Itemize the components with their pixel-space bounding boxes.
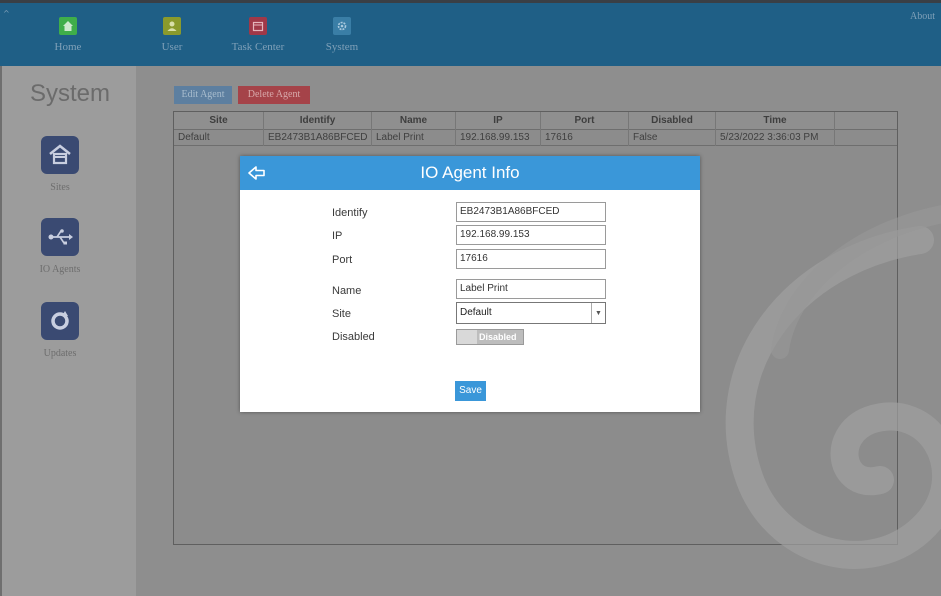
column-header-name[interactable]: Name bbox=[372, 112, 456, 130]
sidebar-item-io-agents[interactable]: IO Agents bbox=[22, 218, 98, 275]
table-header: Site Identify Name IP Port Disabled Time bbox=[174, 112, 897, 130]
background-watermark-icon bbox=[725, 205, 941, 569]
usb-icon bbox=[41, 218, 79, 256]
sidebar-item-label: IO Agents bbox=[39, 264, 81, 275]
dialog-header: IO Agent Info bbox=[240, 156, 700, 190]
cell-identify: EB2473B1A86BFCED bbox=[264, 130, 372, 146]
site-select-value: Default bbox=[460, 307, 492, 318]
column-header-disabled[interactable]: Disabled bbox=[629, 112, 716, 130]
sidebar: System Sites IO Agents Updates bbox=[0, 66, 136, 596]
name-field[interactable]: Label Print bbox=[456, 279, 606, 299]
io-agent-info-dialog: IO Agent Info Identify EB2473B1A86BFCED … bbox=[240, 156, 700, 412]
column-header-port[interactable]: Port bbox=[541, 112, 629, 130]
sidebar-item-label: Updates bbox=[43, 348, 77, 359]
gear-icon bbox=[333, 17, 351, 35]
toggle-knob bbox=[457, 330, 477, 344]
column-header-time[interactable]: Time bbox=[716, 112, 835, 130]
home-icon bbox=[59, 17, 77, 35]
column-header-ip[interactable]: IP bbox=[456, 112, 541, 130]
chevron-down-icon[interactable]: ▼ bbox=[591, 303, 605, 323]
sidebar-item-updates[interactable]: Updates bbox=[22, 302, 98, 359]
site-select[interactable]: Default ▼ bbox=[456, 302, 606, 324]
cell-site: Default bbox=[174, 130, 264, 146]
dialog-title: IO Agent Info bbox=[420, 163, 520, 182]
site-label: Site bbox=[332, 308, 351, 320]
calendar-icon bbox=[249, 17, 267, 35]
cell-disabled: False bbox=[629, 130, 716, 146]
save-button[interactable]: Save bbox=[455, 381, 486, 401]
name-label: Name bbox=[332, 285, 362, 297]
column-header-identify[interactable]: Identify bbox=[264, 112, 372, 130]
ip-label: IP bbox=[332, 230, 343, 242]
cell-time: 5/23/2022 3:36:03 PM bbox=[716, 130, 835, 146]
port-label: Port bbox=[332, 254, 353, 266]
column-header-empty bbox=[835, 112, 897, 130]
sidebar-title: System bbox=[30, 80, 111, 107]
port-field[interactable]: 17616 bbox=[456, 249, 606, 269]
toggle-text: Disabled bbox=[479, 332, 517, 342]
top-app-task-center[interactable]: Task Center bbox=[228, 17, 288, 53]
house-icon bbox=[41, 136, 79, 174]
disabled-label: Disabled bbox=[332, 331, 375, 343]
table-row[interactable]: Default EB2473B1A86BFCED Label Print 192… bbox=[174, 130, 897, 146]
column-header-site[interactable]: Site bbox=[174, 112, 264, 130]
identify-field[interactable]: EB2473B1A86BFCED bbox=[456, 202, 606, 222]
top-app-label: User bbox=[161, 41, 183, 53]
disabled-toggle[interactable]: Disabled bbox=[456, 329, 524, 345]
top-app-label: Task Center bbox=[231, 41, 285, 53]
sidebar-item-label: Sites bbox=[50, 182, 70, 193]
top-navigation-bar: ^ Home User Task Center System About bbox=[0, 0, 941, 66]
top-app-user[interactable]: User bbox=[142, 17, 202, 53]
top-app-label: Home bbox=[54, 41, 82, 53]
top-app-label: System bbox=[325, 41, 359, 53]
sidebar-item-sites[interactable]: Sites bbox=[22, 136, 98, 193]
edit-agent-button[interactable]: Edit Agent bbox=[174, 86, 232, 104]
top-app-home[interactable]: Home bbox=[38, 17, 98, 53]
identify-label: Identify bbox=[332, 207, 368, 219]
ip-field[interactable]: 192.168.99.153 bbox=[456, 225, 606, 245]
refresh-icon bbox=[41, 302, 79, 340]
cell-empty bbox=[835, 130, 897, 146]
cell-port: 17616 bbox=[541, 130, 629, 146]
collapse-caret-icon[interactable]: ^ bbox=[3, 9, 10, 18]
cell-name: Label Print bbox=[372, 130, 456, 146]
user-icon bbox=[163, 17, 181, 35]
top-app-system[interactable]: System bbox=[312, 17, 372, 53]
delete-agent-button[interactable]: Delete Agent bbox=[238, 86, 310, 104]
cell-ip: 192.168.99.153 bbox=[456, 130, 541, 146]
about-link[interactable]: About bbox=[910, 11, 935, 22]
